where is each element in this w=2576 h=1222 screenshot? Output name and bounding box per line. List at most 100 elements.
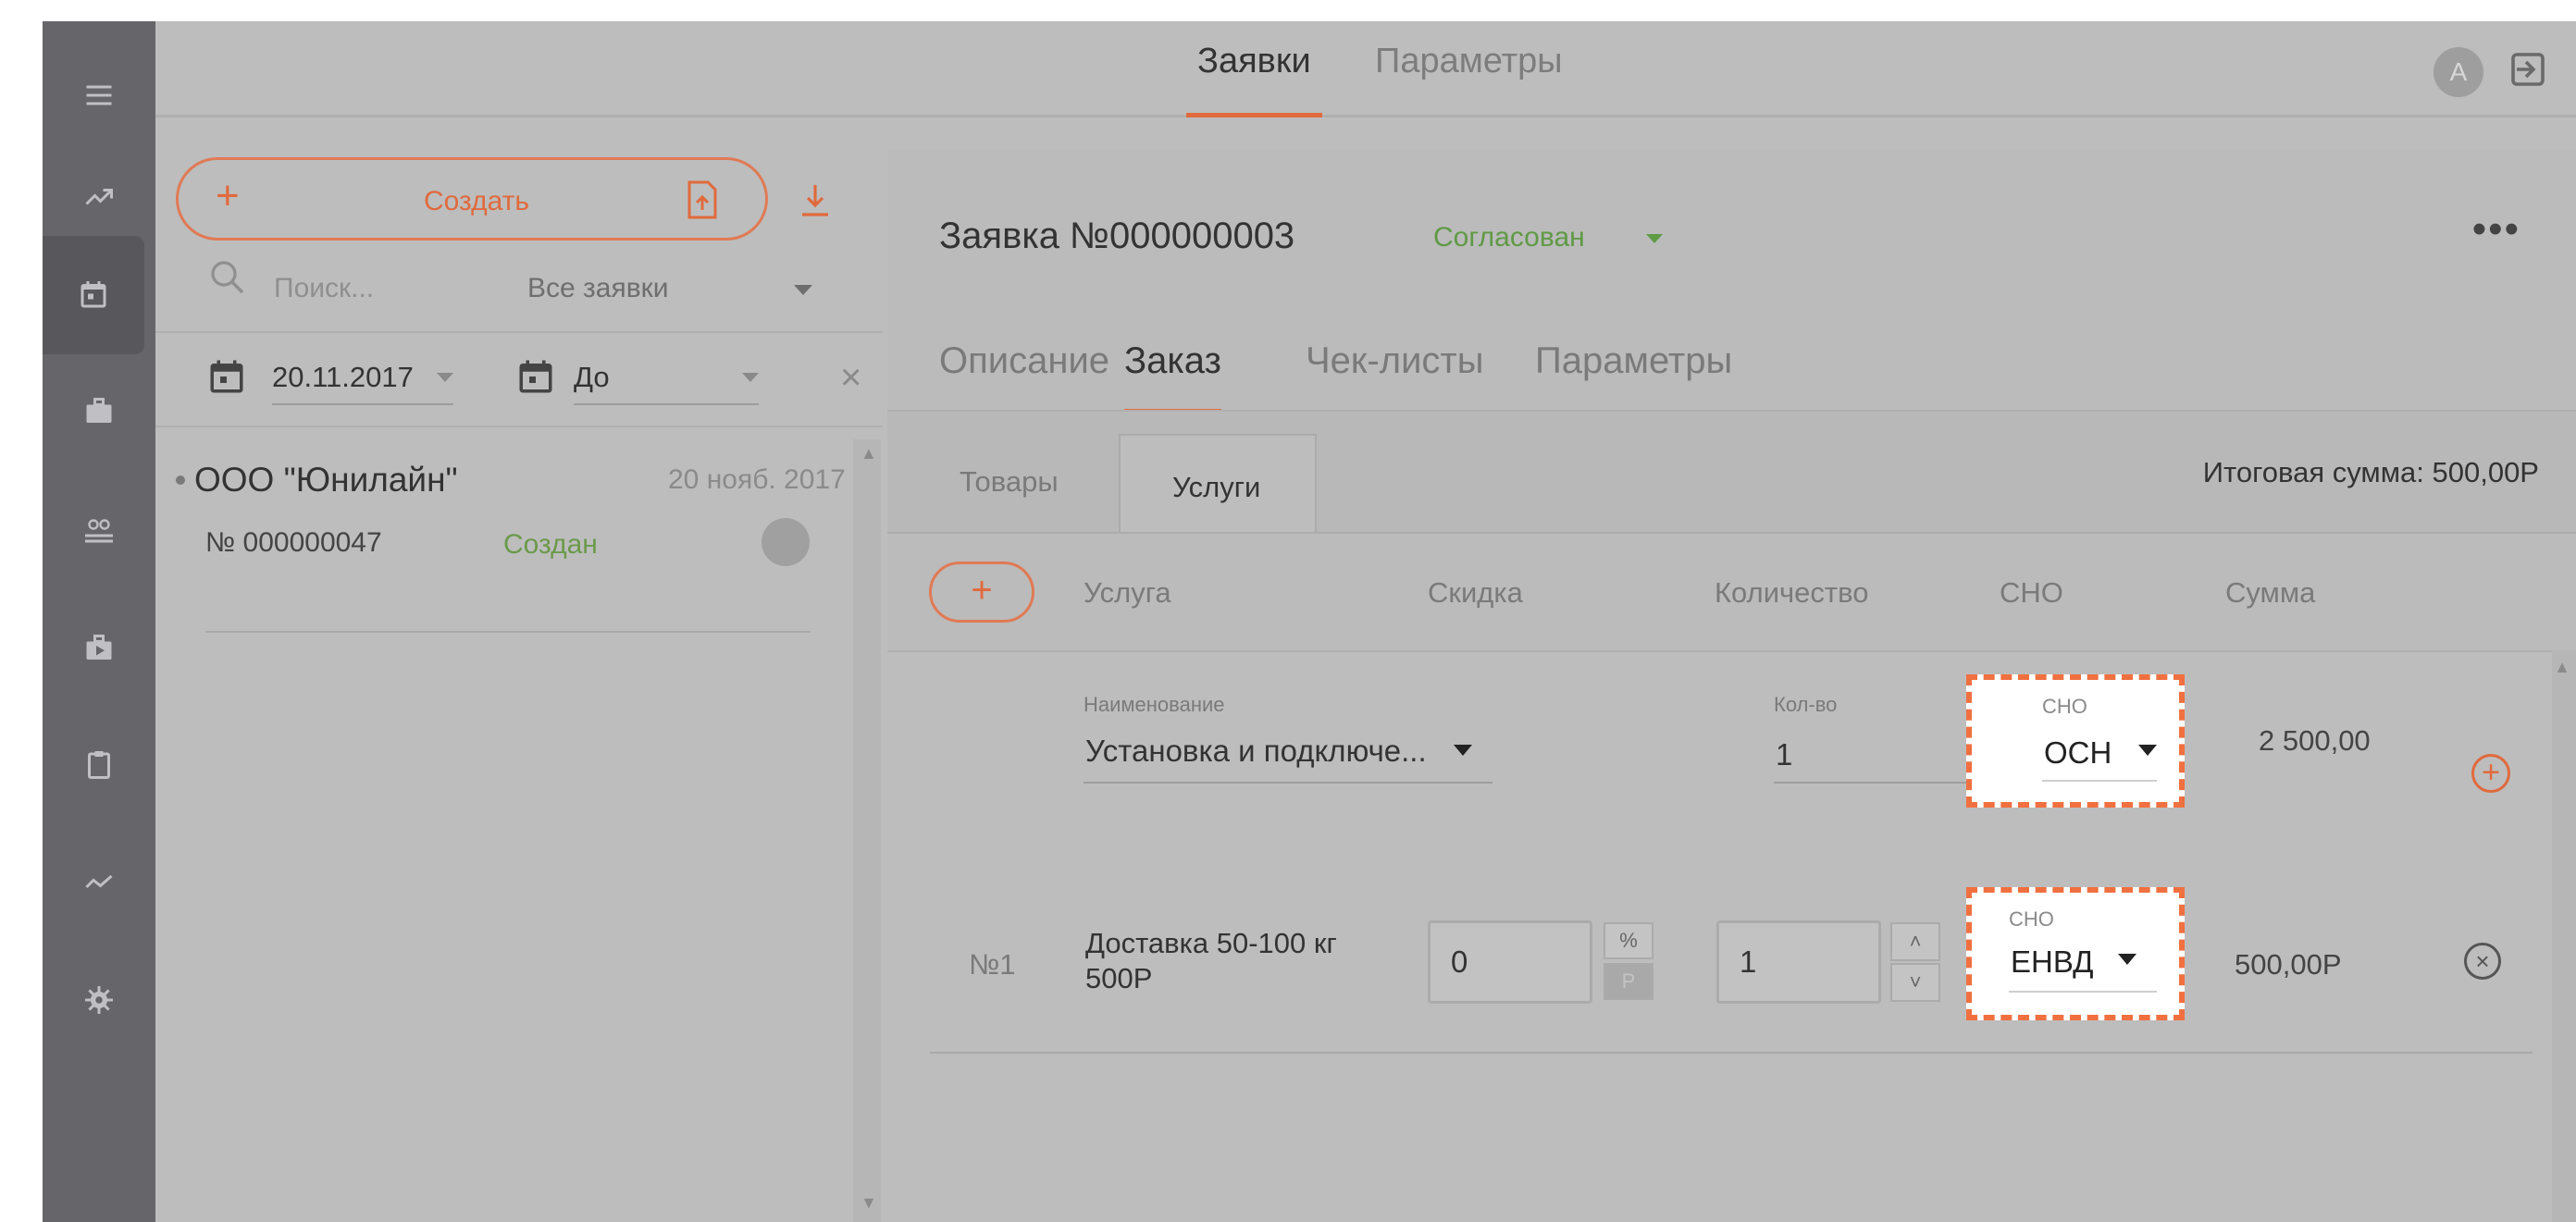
quantity-increment-icon[interactable]: ˄	[1890, 922, 1940, 961]
date-to-underline	[574, 403, 759, 405]
unread-dot	[176, 475, 185, 485]
column-header-quantity: Количество	[1715, 576, 1869, 609]
tab-parameters[interactable]: Параметры	[1535, 340, 1732, 409]
tax-system-chevron-down-icon[interactable]	[2118, 954, 2136, 965]
create-button-label: Создать	[424, 186, 530, 216]
qty-input[interactable]: 1	[1776, 737, 1792, 772]
users-icon[interactable]	[43, 471, 155, 589]
top-bar: Заявки Параметры A	[155, 21, 2576, 117]
create-button[interactable]: + Создать	[176, 157, 768, 241]
tax-system-value[interactable]: ОСН	[2044, 735, 2112, 771]
percent-toggle[interactable]: %	[1604, 922, 1653, 959]
column-header-service: Услуга	[1084, 576, 1171, 609]
order-status-select[interactable]: Согласован	[1433, 222, 1585, 253]
tab-description[interactable]: Описание	[939, 340, 1109, 409]
subtab-services-label: Услуги	[1172, 471, 1261, 503]
app-window: Заявки Параметры A + Создать Поиск... Вс…	[43, 21, 2576, 1222]
column-header-sum: Сумма	[2225, 576, 2316, 609]
date-from-input[interactable]: 20.11.2017	[272, 361, 414, 394]
orders-list-panel: + Создать Поиск... Все заявки 20.11.2017…	[155, 120, 883, 1222]
close-icon[interactable]: ×	[840, 357, 861, 399]
sidebar	[43, 21, 155, 1222]
date-from-chevron-down-icon[interactable]	[437, 373, 453, 382]
subtab-goods[interactable]: Товары	[960, 465, 1059, 499]
column-header-discount: Скидка	[1428, 576, 1523, 609]
discount-value: 0	[1451, 944, 1468, 979]
tax-system-value[interactable]: ЕНВД	[2011, 944, 2093, 980]
scroll-down-icon[interactable]: ▼	[861, 1193, 877, 1213]
order-detail-panel: Заявка №000000003 Согласован ••• Описани…	[887, 151, 2576, 1222]
list-item-status: Создан	[503, 529, 598, 560]
add-service-button[interactable]: +	[929, 562, 1034, 623]
scrollbar[interactable]	[853, 439, 881, 1222]
tab-orders-indicator	[1186, 113, 1322, 117]
date-to-chevron-down-icon[interactable]	[742, 373, 759, 382]
filter-select[interactable]: Все заявки	[527, 273, 669, 304]
tab-params[interactable]: Параметры	[1375, 42, 1563, 117]
more-options-icon[interactable]: •••	[2472, 206, 2520, 253]
tab-orders[interactable]: Заявки	[1186, 42, 1322, 117]
tab-parameters-label: Параметры	[1535, 340, 1733, 381]
row-sum: 500,00Р	[2235, 948, 2342, 981]
plus-icon: +	[216, 173, 240, 218]
quantity-decrement-icon[interactable]: ˅	[1890, 963, 1940, 1002]
logout-icon[interactable]	[2506, 47, 2550, 92]
tax-system-label: СНО	[2009, 907, 2054, 931]
tab-checklists-label: Чек-листы	[1306, 340, 1484, 381]
subtab-services[interactable]: Услуги	[1119, 434, 1317, 534]
clipboard-icon[interactable]	[43, 706, 155, 824]
divider	[930, 1052, 2533, 1054]
media-icon[interactable]	[43, 589, 155, 708]
quantity-input[interactable]: 1	[1716, 920, 1881, 1004]
filter-chevron-down-icon[interactable]	[794, 285, 812, 295]
row-number: №1	[969, 948, 1016, 981]
calendar-icon[interactable]	[516, 357, 555, 401]
tab-checklists[interactable]: Чек-листы	[1306, 340, 1483, 409]
list-item-number: № 000000047	[205, 527, 382, 558]
tab-description-label: Описание	[939, 340, 1110, 381]
list-item-date: 20 нояб. 2017	[668, 464, 846, 495]
qty-underline	[1774, 782, 1992, 784]
tax-system-label: СНО	[2042, 695, 2087, 718]
trend-icon[interactable]	[43, 822, 155, 941]
service-chevron-down-icon[interactable]	[1454, 745, 1472, 756]
tax-system-underline	[2009, 991, 2157, 993]
tax-system-chevron-down-icon[interactable]	[2138, 745, 2157, 756]
avatar[interactable]: A	[2434, 47, 2483, 97]
tab-params-label: Параметры	[1375, 42, 1563, 80]
discount-input[interactable]: 0	[1428, 920, 1592, 1004]
service-name-select[interactable]: Установка и подключе...	[1085, 734, 1427, 769]
briefcase-icon[interactable]	[43, 352, 155, 471]
qty-field-label: Кол-во	[1774, 693, 1838, 716]
row-service-price: 500Р	[1085, 962, 1153, 994]
calendar-icon[interactable]	[207, 357, 246, 401]
name-field-label: Наименование	[1084, 693, 1225, 716]
upload-icon[interactable]	[686, 180, 719, 224]
date-from-underline	[272, 403, 453, 405]
ruble-label: Р	[1621, 969, 1636, 993]
add-row-plus-icon[interactable]: +	[2471, 754, 2510, 793]
status-chevron-down-icon[interactable]	[1646, 234, 1663, 243]
date-to-input[interactable]: До	[574, 361, 610, 394]
search-input[interactable]: Поиск...	[274, 273, 374, 304]
scroll-up-icon[interactable]: ▲	[861, 444, 877, 463]
assignee-avatar	[762, 518, 810, 566]
service-name-underline	[1084, 782, 1492, 784]
tab-order[interactable]: Заказ	[1124, 340, 1221, 414]
quantity-value: 1	[1740, 944, 1757, 979]
row-service-name: Доставка 50-100 кг	[1085, 927, 1337, 959]
menu-icon[interactable]	[43, 36, 155, 154]
divider	[205, 631, 811, 633]
tax-system-underline	[2042, 780, 2157, 782]
scroll-up-icon[interactable]: ▲	[2554, 658, 2570, 677]
divider	[155, 426, 883, 427]
download-icon[interactable]	[799, 183, 832, 223]
ruble-toggle[interactable]: Р	[1604, 963, 1653, 1000]
percent-label: %	[1619, 929, 1638, 952]
order-title: Заявка №000000003	[939, 216, 1295, 256]
calendar-icon[interactable]	[43, 236, 144, 354]
tab-orders-label: Заявки	[1197, 42, 1311, 80]
gear-icon[interactable]	[43, 941, 155, 1059]
table-scrollbar[interactable]	[2552, 650, 2576, 1222]
remove-row-close-icon[interactable]: ×	[2464, 943, 2501, 980]
